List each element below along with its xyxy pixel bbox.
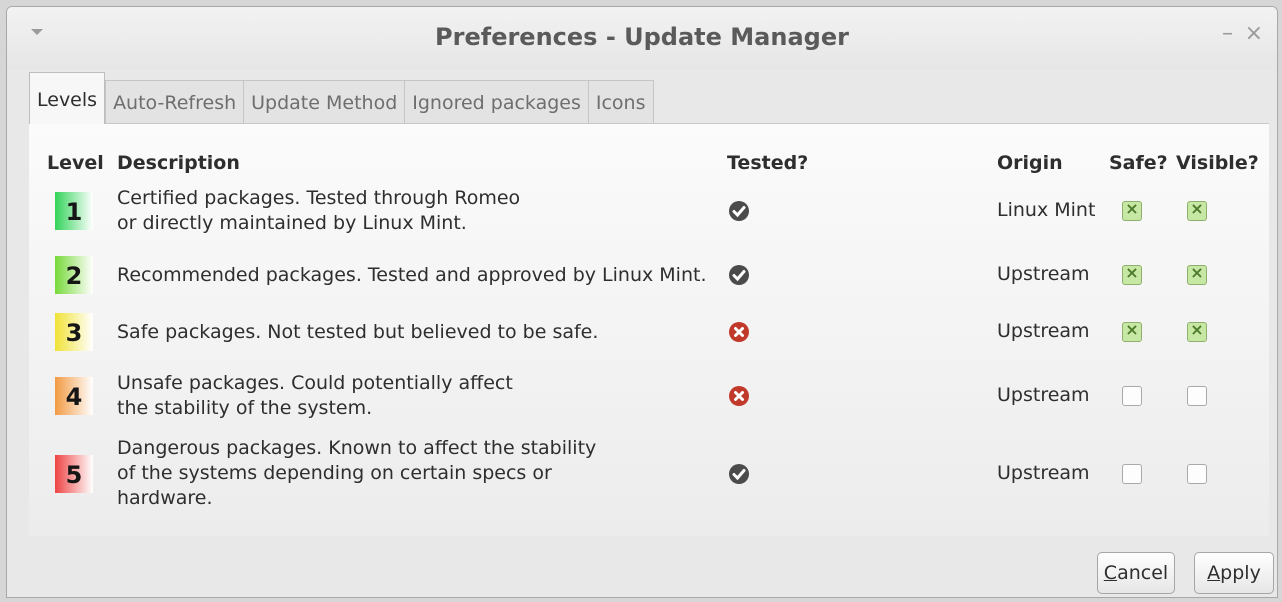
tab-update-method[interactable]: Update Method — [244, 80, 406, 124]
column-header-safe[interactable]: Safe? — [1109, 152, 1168, 174]
close-icon[interactable]: × — [1245, 21, 1263, 46]
visible-checkbox[interactable] — [1187, 199, 1207, 221]
levels-panel: Level Description Tested? Origin Safe? V… — [29, 123, 1269, 536]
level-row-5[interactable]: 5 Dangerous packages. Known to affect the… — [29, 436, 1269, 511]
window-title: Preferences - Update Manager — [435, 23, 849, 51]
origin-label: Upstream — [997, 263, 1090, 285]
level-description: Certified packages. Tested through Romeo… — [117, 186, 727, 236]
tab-bar: Levels Auto-Refresh Update Method Ignore… — [29, 72, 654, 124]
level-description: Dangerous packages. Known to affect the … — [117, 436, 727, 511]
column-header-level[interactable]: Level — [47, 152, 104, 174]
origin-label: Linux Mint — [997, 199, 1096, 221]
cancel-label: ancel — [1117, 562, 1169, 584]
level-badge: 5 — [55, 455, 93, 493]
level-badge: 3 — [55, 313, 93, 351]
tab-levels[interactable]: Levels — [29, 72, 106, 124]
description-line: the stability of the system. — [117, 397, 373, 419]
cross-circle-icon — [728, 385, 750, 407]
description-line: hardware. — [117, 487, 213, 509]
apply-mnemonic: A — [1207, 562, 1221, 584]
cross-circle-icon — [728, 321, 750, 343]
visible-checkbox[interactable] — [1187, 464, 1207, 484]
level-badge: 2 — [55, 256, 93, 294]
visible-checkbox[interactable] — [1187, 263, 1207, 285]
safe-checkbox[interactable] — [1122, 386, 1142, 406]
cancel-mnemonic: C — [1103, 562, 1118, 584]
preferences-window: Preferences - Update Manager – × Levels … — [6, 6, 1278, 598]
description-line: Safe packages. Not tested but believed t… — [117, 321, 599, 343]
description-line: or directly maintained by Linux Mint. — [117, 212, 467, 234]
level-description: Unsafe packages. Could potentially affec… — [117, 371, 727, 421]
cancel-button[interactable]: Cancel — [1097, 552, 1175, 594]
level-description: Recommended packages. Tested and approve… — [117, 263, 727, 288]
tab-icons[interactable]: Icons — [588, 80, 654, 124]
description-line: Unsafe packages. Could potentially affec… — [117, 372, 513, 394]
visible-checkbox[interactable] — [1187, 386, 1207, 406]
level-row-1[interactable]: 1 Certified packages. Tested through Rome… — [29, 186, 1269, 236]
description-line: Dangerous packages. Known to affect the … — [117, 437, 597, 459]
check-circle-icon — [728, 463, 750, 485]
level-row-2[interactable]: 2 Recommended packages. Tested and approv… — [29, 256, 1269, 294]
minimize-icon[interactable]: – — [1222, 21, 1233, 46]
origin-label: Upstream — [997, 320, 1090, 342]
level-row-3[interactable]: 3 Safe packages. Not tested but believed … — [29, 313, 1269, 351]
description-line: Certified packages. Tested through Romeo — [117, 187, 521, 209]
level-description: Safe packages. Not tested but believed t… — [117, 320, 727, 345]
title-bar[interactable]: Preferences - Update Manager – × — [7, 7, 1277, 69]
level-badge: 1 — [55, 192, 93, 230]
description-line: of the systems depending on certain spec… — [117, 462, 552, 484]
column-header-tested[interactable]: Tested? — [727, 152, 808, 174]
visible-checkbox[interactable] — [1187, 320, 1207, 342]
safe-checkbox[interactable] — [1122, 199, 1142, 221]
level-badge: 4 — [55, 377, 93, 415]
apply-button[interactable]: Apply — [1194, 552, 1274, 594]
origin-label: Upstream — [997, 384, 1090, 406]
description-line: Recommended packages. Tested and approve… — [117, 264, 707, 286]
tab-ignored-packages[interactable]: Ignored packages — [405, 80, 589, 124]
tab-auto-refresh[interactable]: Auto-Refresh — [105, 80, 245, 124]
column-header-description[interactable]: Description — [117, 152, 240, 174]
safe-checkbox[interactable] — [1122, 320, 1142, 342]
check-circle-icon — [728, 264, 750, 286]
column-header-origin[interactable]: Origin — [997, 152, 1063, 174]
origin-label: Upstream — [997, 462, 1090, 484]
safe-checkbox[interactable] — [1122, 263, 1142, 285]
apply-label: pply — [1220, 562, 1261, 584]
column-header-visible[interactable]: Visible? — [1176, 152, 1259, 174]
level-row-4[interactable]: 4 Unsafe packages. Could potentially affe… — [29, 371, 1269, 421]
safe-checkbox[interactable] — [1122, 464, 1142, 484]
check-circle-icon — [728, 200, 750, 222]
